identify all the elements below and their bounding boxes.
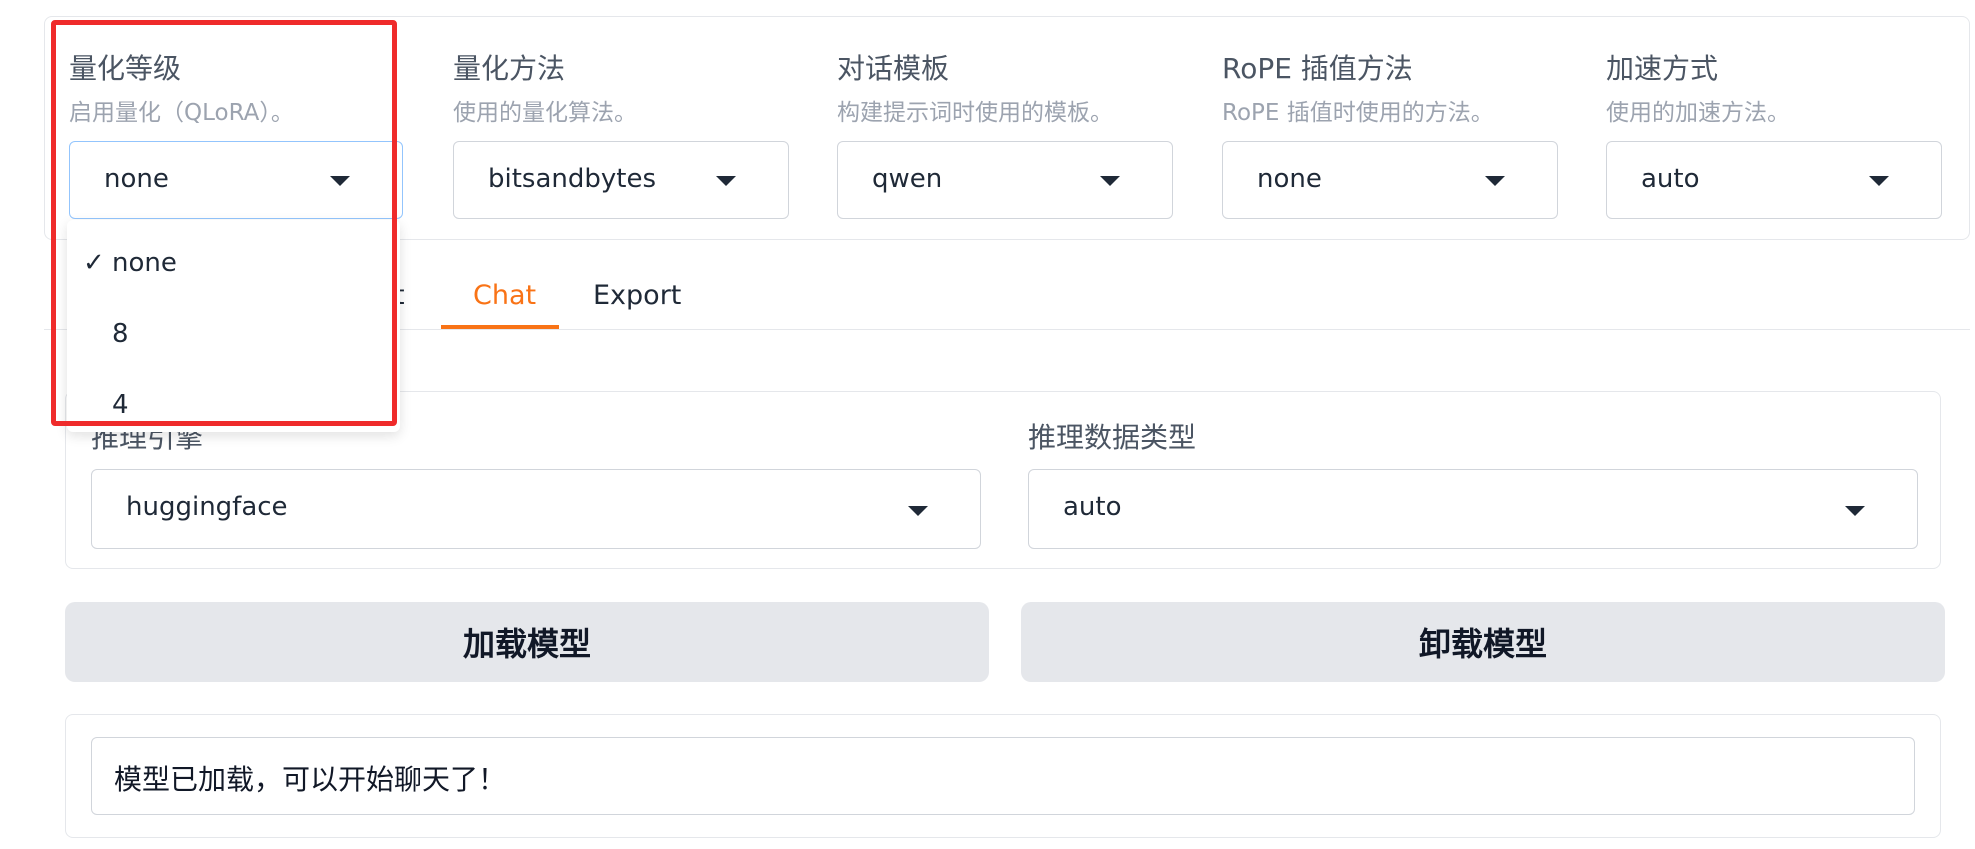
dropdown-option-none[interactable]: ✓ none: [67, 232, 400, 292]
dropdown-option-4[interactable]: 4: [67, 374, 400, 434]
template-description: 构建提示词时使用的模板。: [837, 100, 1113, 126]
quant-level-value: none: [104, 164, 169, 194]
dropdown-option-8[interactable]: 8: [67, 303, 400, 363]
booster-description: 使用的加速方法。: [1606, 100, 1790, 126]
rope-label: RoPE 插值方法: [1222, 52, 1413, 85]
chevron-down-icon: [908, 506, 928, 516]
chevron-down-icon: [1485, 176, 1505, 186]
chevron-down-icon: [1100, 176, 1120, 186]
tab-export[interactable]: Export: [593, 280, 681, 311]
checkmark-icon: ✓: [83, 248, 105, 278]
dropdown-option-label: 8: [112, 319, 129, 349]
inference-dtype-value: auto: [1063, 492, 1122, 522]
chevron-down-icon: [1869, 176, 1889, 186]
dropdown-option-label: none: [112, 248, 177, 278]
rope-description: RoPE 插值时使用的方法。: [1222, 100, 1494, 126]
load-model-button[interactable]: 加载模型: [65, 602, 989, 682]
quant-method-label: 量化方法: [453, 52, 566, 85]
chevron-down-icon: [1845, 506, 1865, 516]
chevron-down-icon: [716, 176, 736, 186]
rope-value: none: [1257, 164, 1322, 194]
booster-select[interactable]: auto: [1606, 141, 1942, 219]
app-root: 量化等级 启用量化（QLoRA）。 none 量化方法 使用的量化算法。 bit…: [0, 0, 1975, 849]
template-value: qwen: [872, 164, 943, 194]
dropdown-option-label: 4: [112, 390, 129, 420]
quant-level-label: 量化等级: [69, 52, 182, 85]
quant-level-dropdown: ✓ none 8 4: [67, 220, 400, 432]
rope-select[interactable]: none: [1222, 141, 1558, 219]
status-panel: 模型已加载，可以开始聊天了！: [65, 714, 1941, 838]
settings-panel: 量化等级 启用量化（QLoRA）。 none 量化方法 使用的量化算法。 bit…: [44, 16, 1970, 240]
inference-engine-value: huggingface: [126, 492, 288, 522]
active-tab-indicator: [441, 325, 559, 329]
unload-model-button[interactable]: 卸载模型: [1021, 602, 1945, 682]
tab-chat[interactable]: Chat: [473, 280, 536, 311]
inference-engine-select[interactable]: huggingface: [91, 469, 981, 549]
quant-method-value: bitsandbytes: [488, 164, 657, 194]
status-textbox[interactable]: 模型已加载，可以开始聊天了！: [91, 737, 1915, 815]
quant-method-description: 使用的量化算法。: [453, 100, 637, 126]
status-text: 模型已加载，可以开始聊天了！: [114, 763, 507, 796]
quant-level-description: 启用量化（QLoRA）。: [69, 100, 294, 126]
booster-label: 加速方式: [1606, 52, 1719, 85]
quant-method-select[interactable]: bitsandbytes: [453, 141, 789, 219]
chevron-down-icon: [330, 176, 350, 186]
booster-value: auto: [1641, 164, 1700, 194]
quant-level-select[interactable]: none: [69, 141, 403, 219]
inference-dtype-label: 推理数据类型: [1028, 421, 1197, 454]
inference-dtype-select[interactable]: auto: [1028, 469, 1918, 549]
template-label: 对话模板: [837, 52, 950, 85]
template-select[interactable]: qwen: [837, 141, 1173, 219]
